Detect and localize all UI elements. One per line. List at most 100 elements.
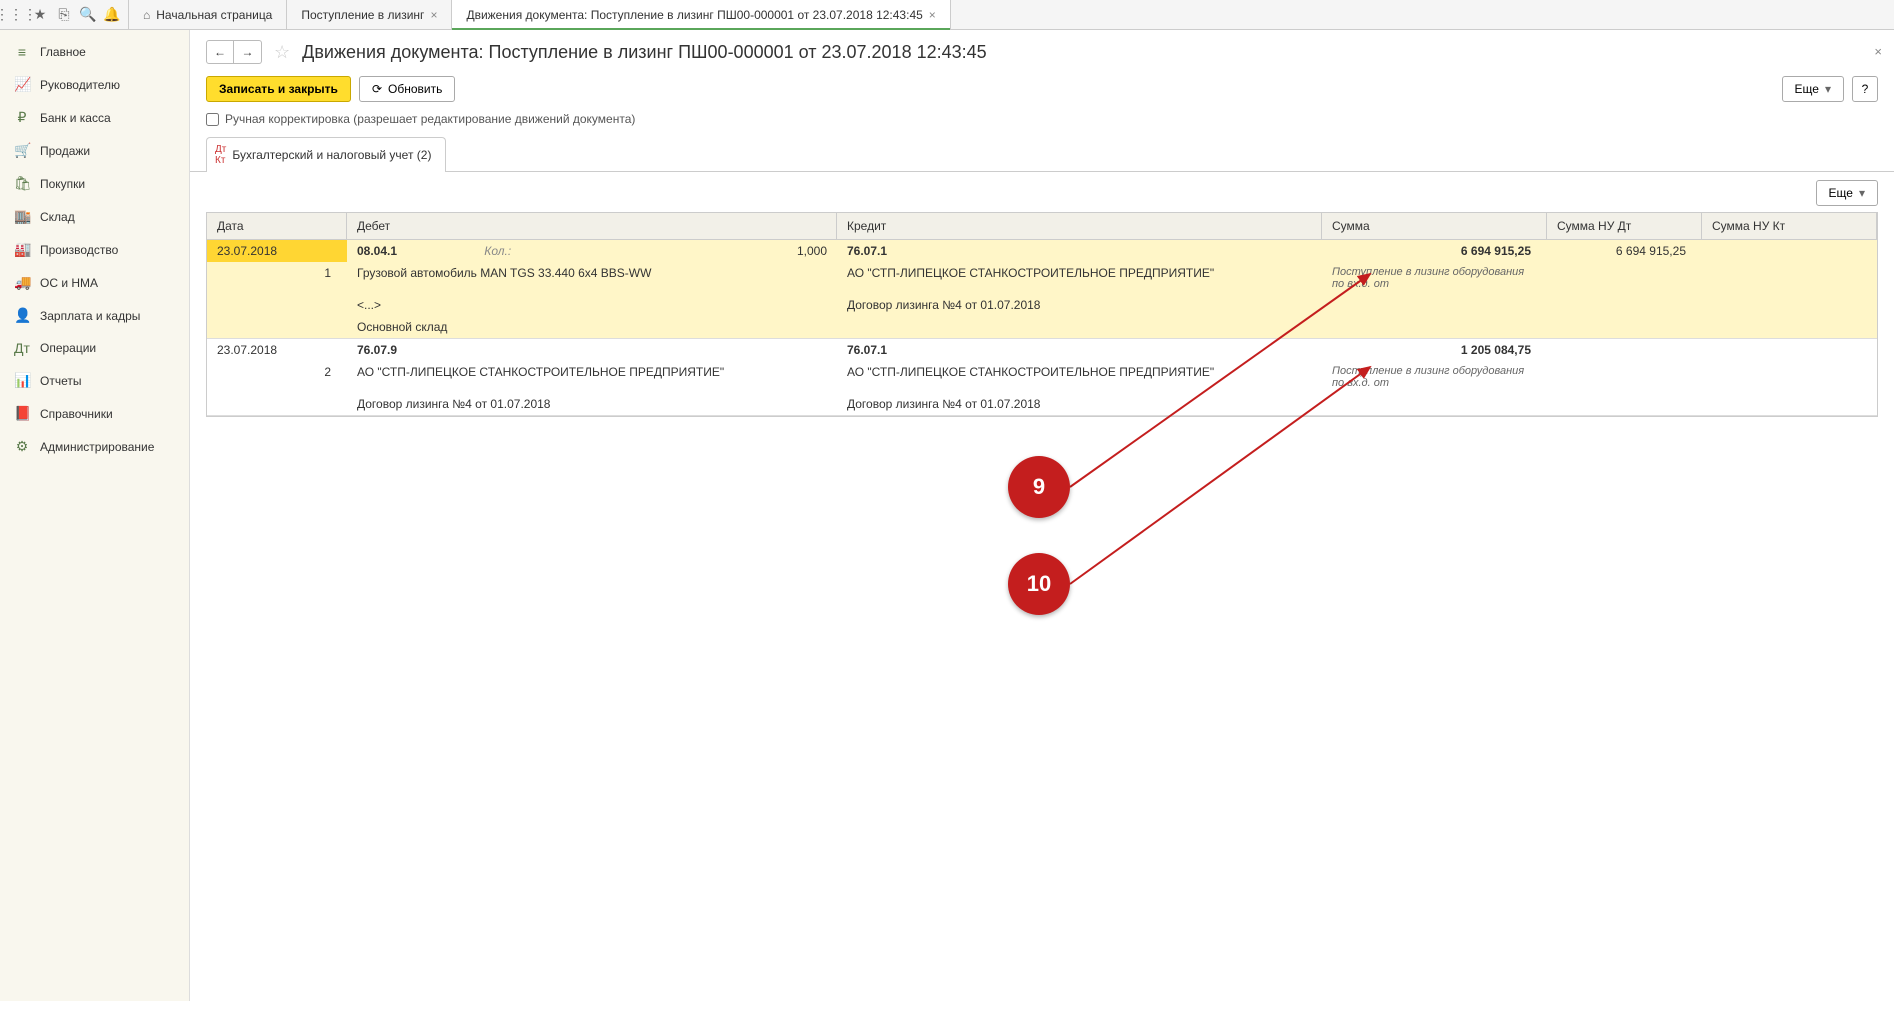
col-sum[interactable]: Сумма	[1322, 213, 1547, 239]
title-row: ← → ☆ Движения документа: Поступление в …	[190, 30, 1894, 72]
sidebar-item-label: Банк и касса	[40, 111, 111, 125]
sidebar-item-references[interactable]: 📕 Справочники	[0, 397, 189, 430]
sidebar-item-hr[interactable]: 👤 Зарплата и кадры	[0, 299, 189, 332]
page-title: Движения документа: Поступление в лизинг…	[302, 42, 987, 63]
sidebar-item-label: Склад	[40, 210, 75, 224]
close-icon[interactable]: ×	[929, 8, 936, 22]
sidebar-item-label: Зарплата и кадры	[40, 309, 140, 323]
tabs-bar: ⌂ Начальная страница Поступление в лизин…	[129, 0, 951, 29]
notifications-icon[interactable]: 🔔	[100, 3, 124, 27]
refresh-button[interactable]: ⟳Обновить	[359, 76, 455, 102]
close-icon[interactable]: ×	[1874, 44, 1882, 59]
col-credit[interactable]: Кредит	[837, 213, 1322, 239]
sidebar-item-manager[interactable]: 📈Руководителю	[0, 68, 189, 101]
sidebar-item-label: Главное	[40, 45, 86, 59]
ruble-icon: ₽	[14, 109, 30, 126]
debit-subconto2: <...>	[347, 294, 837, 316]
cell-nudt: 6 694 915,25	[1547, 240, 1702, 262]
credit-account: 76.07.1	[837, 240, 1322, 262]
table-row[interactable]: 23.07.2018 76.07.9 76.07.1 1 205 084,75 …	[207, 339, 1877, 416]
sidebar-item-label: Справочники	[40, 407, 113, 421]
tab-leasing-receipt[interactable]: Поступление в лизинг ×	[287, 0, 452, 29]
annotation-bubble-9: 9	[1008, 456, 1070, 518]
cell-nudt	[1547, 339, 1702, 361]
basket-icon: 🛍	[14, 175, 30, 192]
dtkt-icon: Дт	[14, 340, 30, 356]
book-icon: 📕	[14, 405, 30, 422]
subtab-label: Бухгалтерский и налоговый учет (2)	[232, 148, 431, 162]
gear-icon: ⚙	[14, 438, 30, 455]
close-icon[interactable]: ×	[430, 8, 437, 22]
cart-icon: 🛒	[14, 142, 30, 159]
sidebar-item-label: Операции	[40, 341, 96, 355]
qty-value: 1,000	[553, 244, 827, 258]
tab-home[interactable]: ⌂ Начальная страница	[129, 0, 287, 29]
person-icon: 👤	[14, 307, 30, 324]
bars-icon: 📊	[14, 372, 30, 389]
col-nukt[interactable]: Сумма НУ Кт	[1702, 213, 1877, 239]
forward-button[interactable]: →	[234, 40, 262, 64]
manual-edit-row: Ручная корректировка (разрешает редактир…	[190, 112, 1894, 136]
movements-table: Дата Дебет Кредит Сумма Сумма НУ Дт Сумм…	[206, 212, 1878, 417]
sum-description: Поступление в лизинг оборудования по вх.…	[1322, 361, 1547, 393]
apps-icon[interactable]: ⋮⋮⋮	[4, 3, 28, 27]
help-button[interactable]: ?	[1852, 76, 1878, 102]
credit-account: 76.07.1	[837, 339, 1322, 361]
back-button[interactable]: ←	[206, 40, 234, 64]
sidebar-item-reports[interactable]: 📊 Отчеты	[0, 364, 189, 397]
save-and-close-button[interactable]: Записать и закрыть	[206, 76, 351, 102]
cell-sum: 1 205 084,75	[1322, 339, 1547, 361]
more-label: Еще	[1829, 186, 1853, 200]
favorite-icon[interactable]: ★	[28, 3, 52, 27]
cell-nukt	[1702, 339, 1877, 361]
tab-document-movements[interactable]: Движения документа: Поступление в лизинг…	[452, 0, 950, 29]
more-button[interactable]: Еще	[1782, 76, 1844, 102]
truck-icon: 🚚	[14, 274, 30, 291]
cell-date: 23.07.2018	[207, 339, 347, 361]
sidebar-item-label: Администрирование	[40, 440, 154, 454]
sidebar-item-operations[interactable]: Дт Операции	[0, 332, 189, 364]
col-nudt[interactable]: Сумма НУ Дт	[1547, 213, 1702, 239]
sidebar-item-bank[interactable]: ₽ Банк и касса	[0, 101, 189, 134]
sidebar-item-label: Производство	[40, 243, 118, 257]
table-header: Дата Дебет Кредит Сумма Сумма НУ Дт Сумм…	[207, 213, 1877, 240]
sidebar-item-assets[interactable]: 🚚 ОС и НМА	[0, 266, 189, 299]
cell-rownum: 1	[207, 262, 347, 294]
sum-description: Поступление в лизинг оборудования по вх.…	[1322, 262, 1547, 294]
credit-subconto2: Договор лизинга №4 от 01.07.2018	[837, 393, 1322, 415]
star-icon[interactable]: ☆	[274, 42, 290, 63]
sidebar-item-sales[interactable]: 🛒 Продажи	[0, 134, 189, 167]
table-more-button[interactable]: Еще	[1816, 180, 1878, 206]
col-debit[interactable]: Дебет	[347, 213, 837, 239]
debit-subconto2: Договор лизинга №4 от 01.07.2018	[347, 393, 837, 415]
cell-sum: 6 694 915,25	[1322, 240, 1547, 262]
debit-account: 08.04.1	[357, 244, 484, 258]
sidebar-item-label: ОС и НМА	[40, 276, 98, 290]
sidebar-item-label: Отчеты	[40, 374, 81, 388]
sidebar-item-label: Продажи	[40, 144, 90, 158]
nav-buttons: ← →	[206, 40, 262, 64]
sidebar-item-purchases[interactable]: 🛍Покупки	[0, 167, 189, 200]
top-toolbar: ⋮⋮⋮ ★ ⎘ 🔍 🔔 ⌂ Начальная страница Поступл…	[0, 0, 1894, 30]
factory-icon: 🏭	[14, 241, 30, 258]
cell-nukt	[1702, 240, 1877, 262]
col-date[interactable]: Дата	[207, 213, 347, 239]
qty-label: Кол.:	[484, 244, 553, 258]
home-icon: ⌂	[143, 8, 150, 22]
refresh-label: Обновить	[388, 82, 442, 96]
table-row[interactable]: 23.07.2018 08.04.1 Кол.: 1,000 76.07.1 6…	[207, 240, 1877, 339]
table-wrap: Дата Дебет Кредит Сумма Сумма НУ Дт Сумм…	[190, 212, 1894, 1001]
sidebar-item-warehouse[interactable]: 🏬Склад	[0, 200, 189, 233]
debit-subconto1: АО "СТП-ЛИПЕЦКОЕ СТАНКОСТРОИТЕЛЬНОЕ ПРЕД…	[347, 361, 837, 393]
subtab-accounting[interactable]: ДтКт Бухгалтерский и налоговый учет (2)	[206, 137, 446, 172]
sidebar-item-admin[interactable]: ⚙ Администрирование	[0, 430, 189, 463]
sidebar-item-production[interactable]: 🏭 Производство	[0, 233, 189, 266]
manual-edit-checkbox[interactable]	[206, 113, 219, 126]
search-icon[interactable]: 🔍	[76, 3, 100, 27]
sidebar-item-main[interactable]: ≡Главное	[0, 36, 189, 68]
credit-subconto1: АО "СТП-ЛИПЕЦКОЕ СТАНКОСТРОИТЕЛЬНОЕ ПРЕД…	[837, 262, 1322, 294]
tab-home-label: Начальная страница	[156, 8, 272, 22]
save-label: Записать и закрыть	[219, 82, 338, 96]
history-icon[interactable]: ⎘	[52, 3, 76, 27]
sidebar-item-label: Руководителю	[40, 78, 120, 92]
